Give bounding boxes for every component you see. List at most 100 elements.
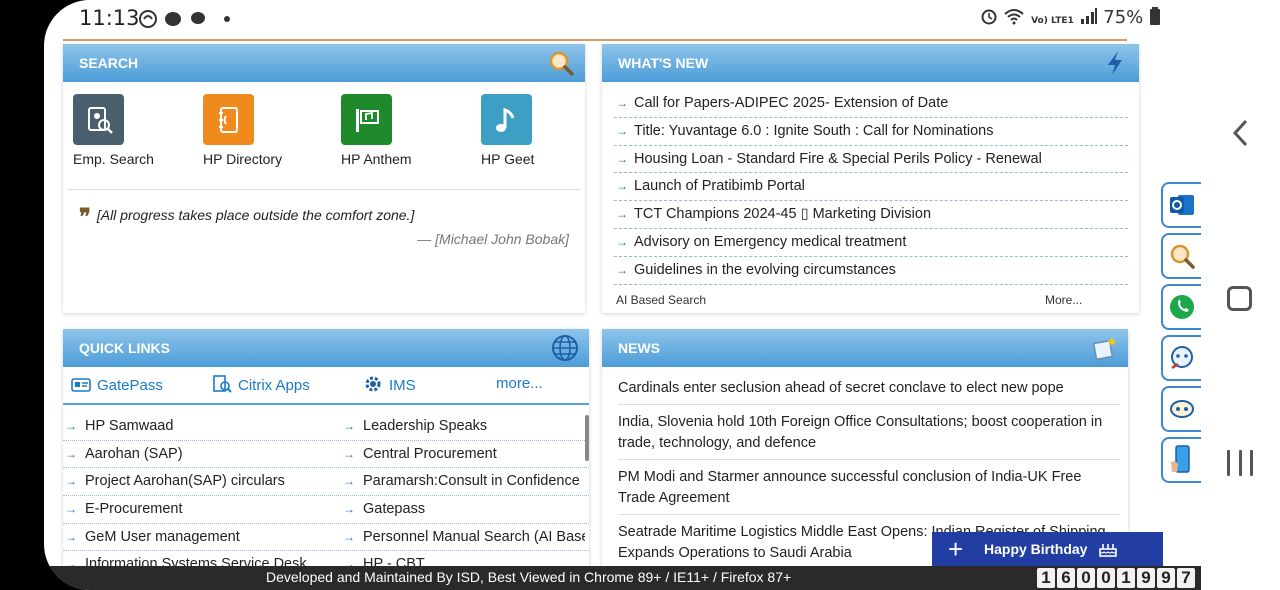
search-panel: SEARCH Emp. Search HP Directory HP Anthe… (63, 44, 585, 313)
arrow-icon: → (65, 502, 77, 517)
table-row: → HP Samwaad → Leadership Speaks (63, 413, 589, 441)
whats-new-item[interactable]: → Call for Papers-ADIPEC 2025- Extension … (614, 90, 1128, 118)
more-link[interactable]: More... (1045, 293, 1082, 307)
table-row: → Aarohan (SAP) → Central Procurement (63, 441, 589, 469)
whats-new-list: → Call for Papers-ADIPEC 2025- Extension … (614, 90, 1128, 285)
arrow-icon: → (343, 446, 355, 461)
scrollbar[interactable] (585, 415, 589, 461)
arrow-icon: → (616, 207, 628, 222)
item-text: Housing Loan - Standard Fire & Special P… (634, 150, 1042, 167)
link-label: Citrix Apps (238, 377, 310, 394)
happy-birthday-button[interactable]: + Happy Birthday (932, 532, 1163, 566)
link-label: Personnel Manual Search (AI Based) (363, 528, 585, 545)
whats-new-item[interactable]: → TCT Champions 2024-45 ▯ Marketing Divis… (614, 201, 1128, 229)
arrow-icon: → (65, 529, 77, 544)
back-icon[interactable] (1231, 118, 1251, 148)
search-shortcut-button[interactable] (1161, 233, 1201, 279)
citrix-apps-link[interactable]: Citrix Apps (212, 375, 310, 394)
more-quick-links[interactable]: more... (496, 375, 543, 392)
news-item[interactable]: PM Modi and Starmer announce successful … (618, 460, 1120, 515)
hp-anthem-tile[interactable]: HP Anthem (341, 94, 412, 167)
item-text: Launch of Pratibimb Portal (634, 178, 805, 195)
network-type: Vo) LTE1 (1031, 16, 1074, 26)
footer: Developed and Maintained By ISD, Best Vi… (44, 566, 1201, 590)
hp-geet-tile[interactable]: HP Geet (481, 94, 534, 167)
plus-icon: + (948, 534, 964, 564)
whatsapp-button[interactable] (1161, 284, 1201, 330)
link-label: Paramarsh:Consult in Confidence (363, 473, 580, 490)
quote-text: ❞ [All progress takes place outside the c… (79, 204, 414, 230)
side-quick-access (1161, 182, 1201, 488)
status-right: Vo) LTE1 75% (980, 7, 1161, 28)
quick-links-title: QUICK LINKS (79, 340, 170, 356)
battery-percent: 75% (1103, 7, 1144, 28)
whats-new-item[interactable]: → Advisory on Emergency medical treatment (614, 229, 1128, 257)
directory-icon (203, 94, 254, 145)
tile-label: HP Directory (203, 151, 283, 167)
hp-directory-tile[interactable]: HP Directory (203, 94, 282, 167)
link-label: E-Procurement (85, 501, 183, 518)
quick-link-item[interactable]: → Aarohan (SAP) (63, 441, 333, 468)
quick-link-item[interactable]: → Paramarsh:Consult in Confidence (341, 468, 585, 495)
table-row: → Project Aarohan(SAP) circulars → Paramar… (63, 468, 589, 497)
arrow-icon: → (616, 262, 628, 277)
lightning-icon (1108, 51, 1122, 75)
search-magnifier-icon[interactable] (547, 49, 575, 77)
quote-author: — [Michael John Bobak] (417, 231, 569, 247)
divider (67, 189, 581, 190)
arrow-icon: → (65, 446, 77, 461)
signal-icon (1080, 8, 1097, 24)
quick-link-item[interactable]: → Personnel Manual Search (AI Based) (341, 524, 585, 551)
link-label: Gatepass (363, 501, 426, 518)
tile-label: HP Anthem (341, 151, 412, 167)
whats-new-item[interactable]: → Housing Loan - Standard Fire & Special … (614, 146, 1128, 174)
quick-link-item[interactable]: → Gatepass (341, 496, 585, 523)
whats-new-item[interactable]: → Launch of Pratibimb Portal (614, 173, 1128, 202)
emp-search-tile[interactable]: Emp. Search (73, 94, 154, 167)
mobile-app-button[interactable] (1161, 437, 1201, 483)
whats-new-panel: WHAT'S NEW → Call for Papers-ADIPEC 2025-… (602, 44, 1139, 313)
link-label: GeM User management (85, 528, 240, 545)
chat-support-button[interactable] (1161, 335, 1201, 381)
feedback-button[interactable] (1161, 386, 1201, 432)
link-label: IMS (389, 377, 416, 394)
status-time: 11:13 (79, 6, 140, 30)
link-label: HP Samwaad (85, 418, 174, 434)
ai-based-search-link[interactable]: AI Based Search (616, 293, 706, 307)
quick-link-item[interactable]: → Central Procurement (341, 441, 585, 468)
whatsapp-icon (1170, 295, 1194, 319)
quick-link-item[interactable]: → E-Procurement (63, 496, 333, 523)
whats-new-title: WHAT'S NEW (618, 55, 709, 71)
counter-digit: 9 (1137, 568, 1155, 588)
chatbot-icon (1171, 346, 1193, 370)
quick-link-item[interactable]: → GeM User management (63, 524, 333, 551)
news-item[interactable]: India, Slovenia hold 10th Foreign Office… (618, 405, 1120, 460)
globe-icon (552, 335, 578, 361)
search-panel-title: SEARCH (79, 55, 139, 71)
home-icon[interactable] (1227, 286, 1252, 311)
item-text: Title: Yuvantage 6.0 : Ignite South : Ca… (634, 122, 994, 139)
ims-link[interactable]: IMS (363, 375, 416, 394)
counter-digit: 9 (1157, 568, 1175, 588)
mobile-phone-icon (1171, 445, 1190, 473)
whats-new-item[interactable]: → Guidelines in the evolving circumstance… (614, 257, 1128, 285)
quote-body: [All progress takes place outside the co… (96, 207, 415, 223)
anthem-icon (341, 94, 392, 145)
outlook-button[interactable] (1161, 182, 1201, 228)
link-label: Central Procurement (363, 445, 497, 462)
battery-icon (1150, 7, 1160, 25)
gatepass-link[interactable]: GatePass (71, 375, 163, 394)
recent-apps-icon[interactable] (1227, 450, 1253, 476)
arrow-icon: → (343, 502, 355, 517)
citrix-icon (213, 375, 232, 393)
arrow-icon: → (65, 474, 77, 489)
table-row: → E-Procurement → Gatepass (63, 496, 589, 524)
quick-links-header: QUICK LINKS (63, 329, 589, 367)
news-item[interactable]: Cardinals enter seclusion ahead of secre… (618, 371, 1120, 405)
whats-new-item[interactable]: → Title: Yuvantage 6.0 : Ignite South : C… (614, 118, 1128, 146)
quick-link-item[interactable]: → Project Aarohan(SAP) circulars (63, 468, 333, 495)
item-text: Call for Papers-ADIPEC 2025- Extension o… (634, 95, 949, 111)
quick-link-item[interactable]: → Leadership Speaks (341, 413, 585, 440)
counter-digit: 7 (1177, 568, 1195, 588)
quick-link-item[interactable]: → HP Samwaad (63, 413, 333, 440)
